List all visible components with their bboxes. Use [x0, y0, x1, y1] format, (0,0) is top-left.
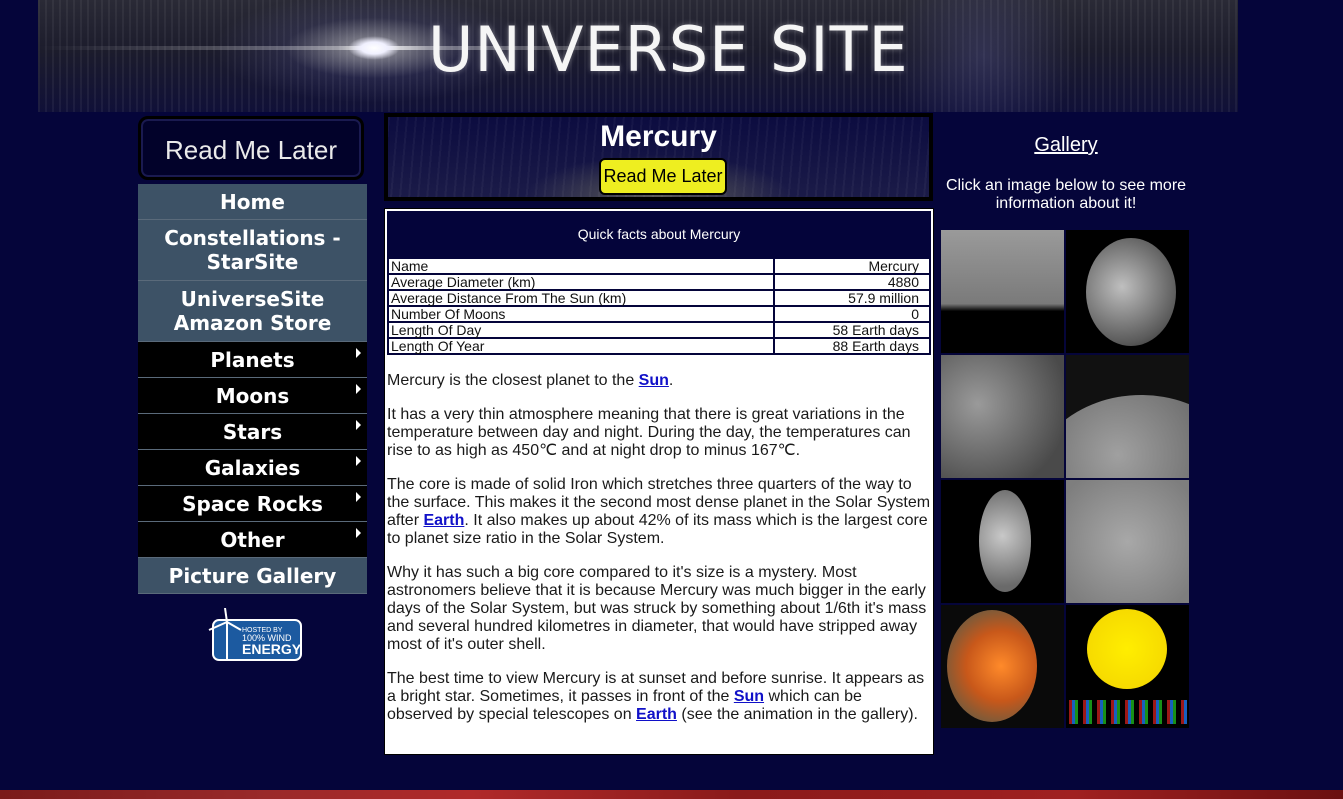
nav-item-amazon-store[interactable]: UniverseSite Amazon Store: [138, 281, 367, 342]
nav-item-label: Planets: [210, 348, 295, 372]
fact-label: Number Of Moons: [386, 305, 776, 323]
fact-label: Average Distance From The Sun (km): [386, 289, 776, 307]
nav-item-label: Space Rocks: [182, 492, 323, 516]
fact-value: Mercury: [773, 257, 931, 275]
read-me-later-logo[interactable]: Read Me Later: [138, 116, 364, 180]
table-row: Average Diameter (km) 4880: [386, 273, 931, 291]
nav-item-picture-gallery[interactable]: Picture Gallery: [138, 558, 367, 594]
nav-item-label: Other: [220, 528, 285, 552]
banner-star-glow: [348, 36, 400, 60]
nav-item-stars[interactable]: Stars: [138, 414, 367, 450]
facts-table: Name Mercury Average Diameter (km) 4880 …: [386, 257, 931, 355]
nav-item-label: Home: [220, 190, 285, 214]
gallery-thumb-mercury-phase[interactable]: [941, 480, 1064, 603]
table-row: Number Of Moons 0: [386, 305, 931, 323]
fact-label: Name: [386, 257, 776, 275]
table-row: Length Of Year 88 Earth days: [386, 337, 931, 355]
facts-heading: Quick facts about Mercury: [387, 211, 931, 257]
badge-line-3: ENERGY: [242, 641, 302, 657]
fact-label: Length Of Year: [386, 337, 776, 355]
fact-value: 57.9 million: [773, 289, 931, 307]
planet-image: [1086, 238, 1176, 346]
nav-item-label: Picture Gallery: [168, 564, 337, 588]
table-row: Average Distance From The Sun (km) 57.9 …: [386, 289, 931, 307]
footer-strip: [0, 790, 1343, 799]
paragraph: The core is made of solid Iron which str…: [387, 476, 931, 548]
submenu-arrow-icon: [356, 492, 361, 502]
paragraph-text: .: [668, 372, 674, 389]
nav-item-label: Stars: [222, 420, 283, 444]
gallery-thumb-mercury-transit[interactable]: [1066, 605, 1189, 728]
table-row: Length Of Day 58 Earth days: [386, 321, 931, 339]
sidebar-nav: Home Constellations - StarSite UniverseS…: [138, 184, 367, 594]
nav-item-galaxies[interactable]: Galaxies: [138, 450, 367, 486]
site-title: UNIVERSE SITE: [428, 13, 909, 86]
gallery-link[interactable]: Gallery: [940, 134, 1192, 157]
paragraph: Why it has such a big core compared to i…: [387, 564, 927, 653]
table-row: Name Mercury: [386, 257, 931, 275]
article-body: Mercury is the closest planet to the Sun…: [385, 372, 933, 724]
read-me-later-button[interactable]: Read Me Later: [599, 158, 727, 195]
nav-item-constellations[interactable]: Constellations - StarSite: [138, 220, 367, 281]
nav-item-label: Galaxies: [204, 456, 301, 480]
nav-item-label: Moons: [215, 384, 290, 408]
fact-label: Length Of Day: [386, 321, 776, 339]
earth-link[interactable]: Earth: [636, 706, 677, 723]
sun-image: [1087, 609, 1167, 689]
nav-item-planets[interactable]: Planets: [138, 342, 367, 378]
gallery-thumb-mercury-limb[interactable]: [1066, 355, 1189, 478]
nav-item-home[interactable]: Home: [138, 184, 367, 220]
submenu-arrow-icon: [356, 420, 361, 430]
planet-image: [947, 610, 1037, 722]
planet-image: [979, 490, 1031, 592]
submenu-arrow-icon: [356, 528, 361, 538]
paragraph-text: . It also makes up about 42% of its mass…: [387, 512, 928, 547]
wind-energy-badge[interactable]: HOSTED BY 100% WIND ENERGY: [205, 608, 303, 662]
paragraph: Mercury is the closest planet to the Sun…: [387, 372, 931, 390]
nav-item-other[interactable]: Other: [138, 522, 367, 558]
planet-image: [1066, 395, 1189, 478]
fact-label: Average Diameter (km): [386, 273, 776, 291]
submenu-arrow-icon: [356, 348, 361, 358]
fact-value: 58 Earth days: [773, 321, 931, 339]
gallery-intro: Click an image below to see more informa…: [945, 177, 1187, 212]
paragraph-text: (see the animation in the gallery).: [676, 706, 918, 723]
gallery-thumb-mercury-globe[interactable]: [1066, 230, 1189, 353]
nav-item-space-rocks[interactable]: Space Rocks: [138, 486, 367, 522]
submenu-arrow-icon: [356, 456, 361, 466]
nav-item-label: Constellations - StarSite: [164, 226, 341, 274]
gallery-thumb-mercury-craters[interactable]: [941, 355, 1064, 478]
fact-value: 88 Earth days: [773, 337, 931, 355]
gallery-thumb-mercury-core-cutaway[interactable]: [941, 605, 1064, 728]
nav-item-moons[interactable]: Moons: [138, 378, 367, 414]
page-title: Mercury: [600, 120, 717, 153]
fact-value: 4880: [773, 273, 931, 291]
gallery-thumb-mercury-surface-horizon[interactable]: [941, 230, 1064, 353]
content-panel: Quick facts about Mercury Name Mercury A…: [384, 208, 934, 755]
paragraph: The best time to view Mercury is at suns…: [387, 670, 931, 724]
paragraph: It has a very thin atmosphere meaning th…: [387, 406, 911, 459]
nav-item-label: UniverseSite Amazon Store: [173, 287, 332, 335]
fact-value: 0: [773, 305, 931, 323]
page-title-box: Mercury Read Me Later: [384, 113, 933, 201]
earth-link[interactable]: Earth: [423, 512, 464, 529]
site-banner[interactable]: UNIVERSE SITE: [38, 0, 1238, 112]
sun-link[interactable]: Sun: [734, 688, 764, 705]
paragraph-text: Mercury is the closest planet to the: [387, 372, 639, 389]
submenu-arrow-icon: [356, 384, 361, 394]
transit-data-strip: [1069, 700, 1187, 724]
gallery-thumb-mercury-terrain[interactable]: [1066, 480, 1189, 603]
sun-link[interactable]: Sun: [639, 372, 669, 389]
